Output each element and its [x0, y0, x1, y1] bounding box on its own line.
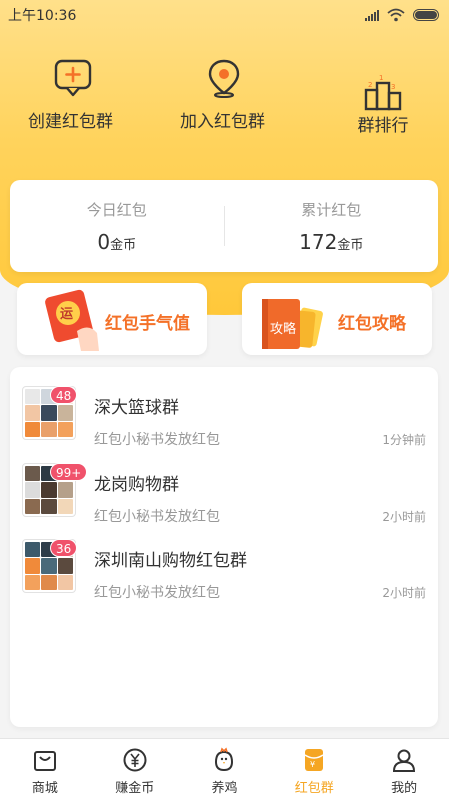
- group-name: 深圳南山购物红包群: [94, 551, 247, 571]
- total-value-row: 172金币: [299, 230, 363, 254]
- today-red-packet: 今日红包 0金币: [10, 180, 224, 272]
- today-title: 今日红包: [86, 200, 147, 219]
- create-group-button[interactable]: 创建红包群: [28, 58, 138, 134]
- yen-coin-icon: [123, 748, 147, 772]
- group-time: 2小时前: [382, 586, 426, 600]
- bottom-tab-bar: 商城 赚金币 养鸡 ¥ 红包群 我的: [0, 738, 449, 800]
- user-icon: [393, 749, 416, 772]
- group-list: 48 深大篮球群 红包小秘书发放红包 1分钟前 99+ 龙岗购物群 红包小秘书发…: [10, 367, 438, 727]
- location-pin-icon: [208, 59, 240, 98]
- svg-text:2: 2: [368, 81, 372, 89]
- luck-value-title: 红包手气值: [105, 314, 190, 334]
- luck-value-card[interactable]: 运 红包手气值: [17, 283, 207, 355]
- join-group-button[interactable]: 加入红包群: [180, 58, 290, 134]
- chicken-icon: [215, 747, 234, 772]
- tab-earn-coins[interactable]: 赚金币: [90, 739, 180, 800]
- podium-icon: 1 2 3: [364, 74, 402, 111]
- unread-badge: 48: [50, 386, 78, 404]
- group-ranking-label: 群排行: [357, 116, 409, 136]
- wifi-icon: [387, 8, 405, 22]
- group-item[interactable]: 48 深大篮球群 红包小秘书发放红包 1分钟前: [10, 369, 438, 448]
- group-name: 深大篮球群: [94, 398, 179, 418]
- tab-mine[interactable]: 我的: [359, 739, 449, 800]
- shopping-bag-icon: [33, 751, 56, 771]
- tab-red-packet-group-label: 红包群: [294, 781, 334, 796]
- total-red-packet: 累计红包 172金币: [225, 180, 439, 272]
- total-title: 累计红包: [301, 200, 362, 219]
- red-packet-guide-card[interactable]: 攻略 红包攻略: [242, 283, 432, 355]
- red-envelope-icon: ¥: [304, 749, 324, 771]
- top-actions: 创建红包群 加入红包群 1 2 3 群排行: [0, 58, 449, 168]
- tab-mall[interactable]: 商城: [0, 739, 90, 800]
- tab-raise-chicken-label: 养鸡: [211, 781, 238, 796]
- unread-badge: 36: [50, 539, 78, 557]
- total-value: 172: [299, 229, 338, 254]
- red-envelope-luck-icon: 运: [45, 289, 99, 351]
- today-unit: 金币: [110, 237, 137, 253]
- unread-badge: 99+: [50, 463, 88, 481]
- join-group-label: 加入红包群: [180, 112, 265, 132]
- group-subtitle: 红包小秘书发放红包: [94, 585, 220, 601]
- svg-text:运: 运: [60, 307, 73, 322]
- group-name: 龙岗购物群: [94, 475, 179, 495]
- guide-title: 红包攻略: [338, 314, 406, 334]
- chat-plus-icon: [54, 59, 92, 97]
- status-bar: 上午10:36: [0, 0, 449, 30]
- total-unit: 金币: [337, 237, 364, 253]
- tab-earn-coins-label: 赚金币: [115, 781, 155, 796]
- svg-text:攻略: 攻略: [270, 321, 296, 337]
- svg-text:1: 1: [379, 74, 383, 82]
- group-item[interactable]: 36 深圳南山购物红包群 红包小秘书发放红包 2小时前: [10, 522, 438, 601]
- create-group-label: 创建红包群: [28, 112, 113, 132]
- group-item[interactable]: 99+ 龙岗购物群 红包小秘书发放红包 2小时前: [10, 446, 438, 525]
- status-time: 上午10:36: [8, 8, 77, 24]
- tab-red-packet-group[interactable]: ¥ 红包群: [269, 739, 359, 800]
- tab-mall-label: 商城: [31, 781, 58, 796]
- guide-book-icon: 攻略: [262, 299, 323, 349]
- status-icons: [365, 8, 439, 22]
- battery-icon: [413, 9, 439, 21]
- tab-raise-chicken[interactable]: 养鸡: [180, 739, 270, 800]
- group-ranking-button[interactable]: 1 2 3 群排行: [348, 58, 428, 138]
- tab-mine-label: 我的: [391, 781, 418, 796]
- svg-text:¥: ¥: [310, 760, 315, 769]
- today-value: 0: [97, 229, 111, 254]
- svg-text:3: 3: [391, 83, 395, 91]
- red-packet-stats-card: 今日红包 0金币 累计红包 172金币: [10, 180, 438, 272]
- signal-icon: [365, 9, 379, 21]
- today-value-row: 0金币: [97, 230, 136, 254]
